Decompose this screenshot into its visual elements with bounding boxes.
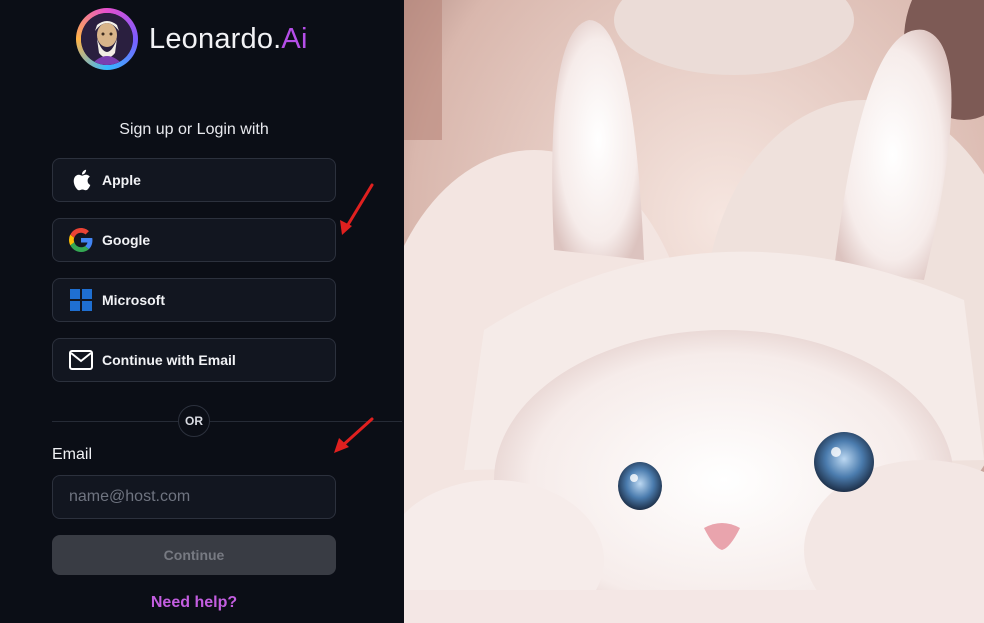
email-input[interactable]: [52, 475, 336, 519]
microsoft-login-label: Microsoft: [102, 292, 165, 308]
email-login-button[interactable]: Continue with Email: [52, 338, 336, 382]
email-login-label: Continue with Email: [102, 352, 236, 368]
brand-logo[interactable]: Leonardo.Ai: [76, 8, 308, 70]
microsoft-login-button[interactable]: Microsoft: [52, 278, 336, 322]
google-icon: [69, 228, 93, 252]
login-panel: Leonardo.Ai Sign up or Login with Apple …: [0, 0, 404, 623]
apple-icon: [69, 168, 93, 192]
auth-heading: Sign up or Login with: [119, 121, 269, 138]
mail-icon: [69, 348, 93, 372]
brand-name: Leonardo.Ai: [149, 22, 308, 55]
continue-button[interactable]: Continue: [52, 535, 336, 575]
leonardo-portrait-icon: [76, 8, 138, 70]
red-arrow-annotation-icon: [340, 183, 374, 235]
apple-login-button[interactable]: Apple: [52, 158, 336, 202]
hero-image: [404, 0, 984, 623]
need-help-link[interactable]: Need help?: [0, 594, 388, 612]
apple-login-label: Apple: [102, 172, 141, 188]
red-arrow-annotation-icon: [334, 417, 374, 453]
google-login-label: Google: [102, 232, 151, 248]
google-login-button[interactable]: Google: [52, 218, 336, 262]
microsoft-icon: [69, 288, 93, 312]
email-label: Email: [52, 446, 93, 463]
or-badge: OR: [178, 405, 210, 437]
